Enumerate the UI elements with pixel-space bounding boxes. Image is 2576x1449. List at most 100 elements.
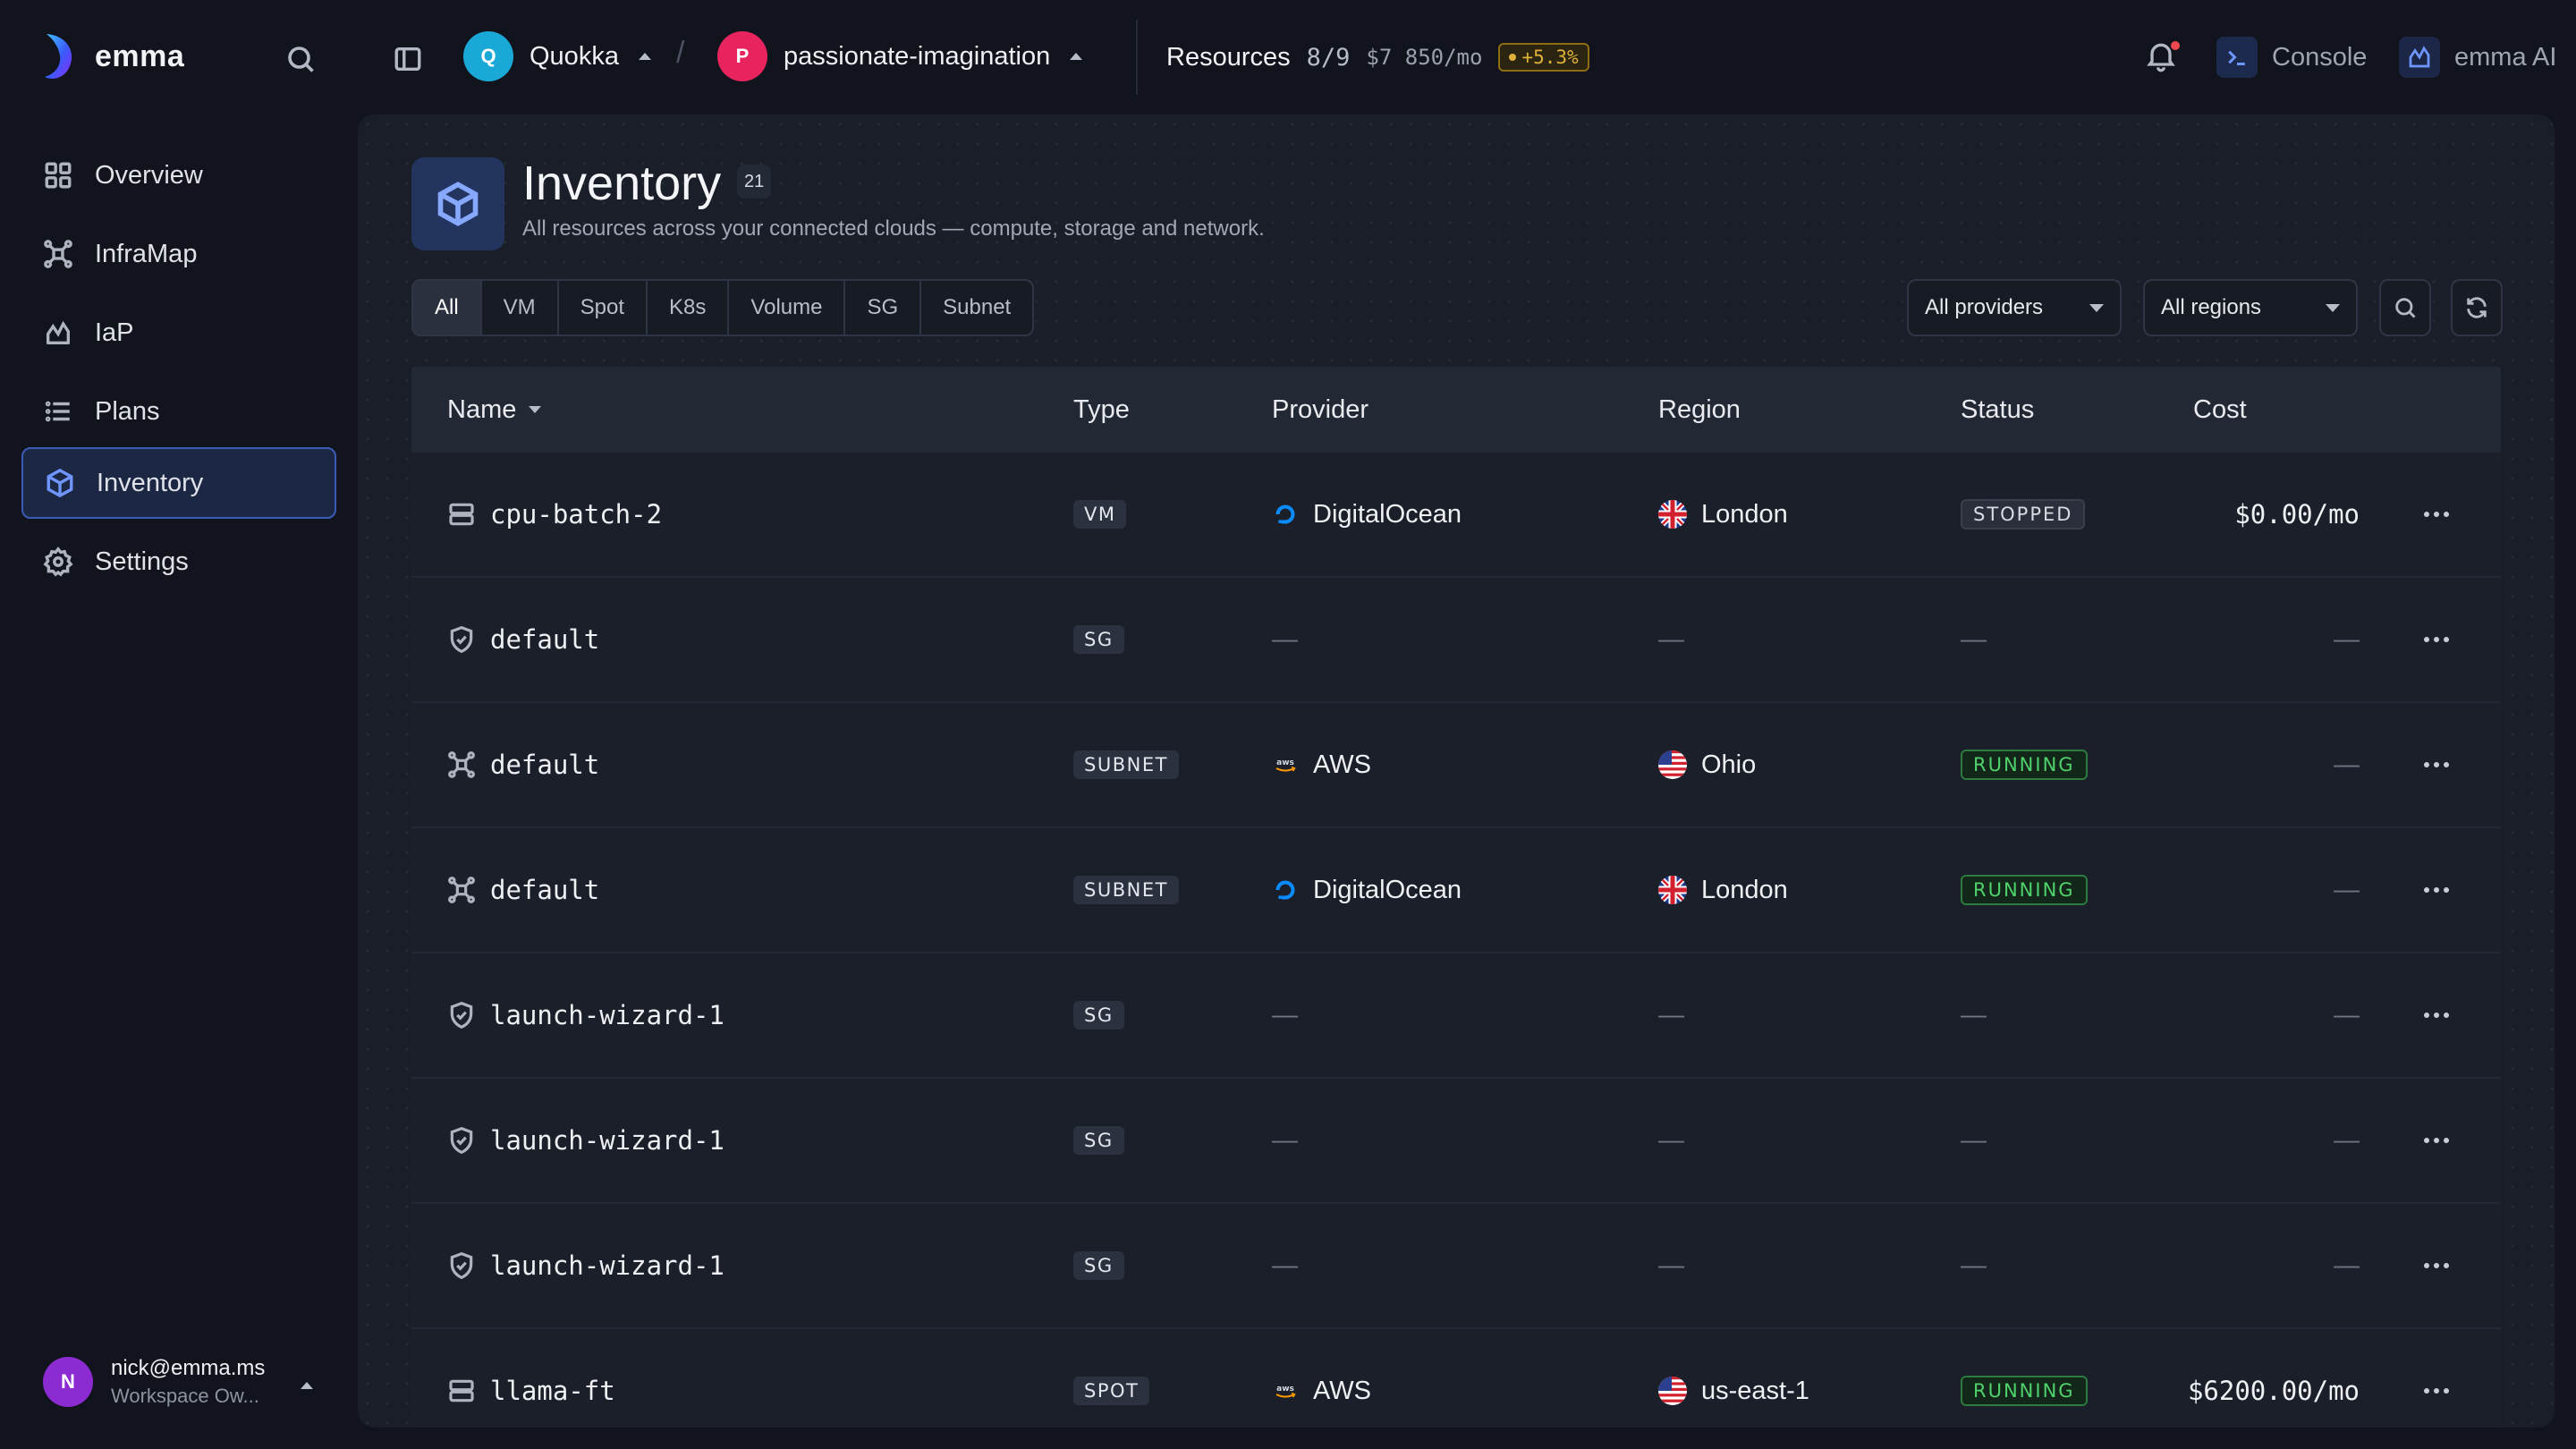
row-actions-button[interactable] xyxy=(2424,1329,2449,1428)
row-actions-button[interactable] xyxy=(2424,453,2449,576)
row-actions-button[interactable] xyxy=(2424,828,2449,952)
resource-name: launch-wizard-1 xyxy=(490,1000,724,1030)
sidebar-item-inframap[interactable]: InfraMap xyxy=(21,218,336,290)
more-horizontal-icon xyxy=(2424,887,2449,893)
cell-type: SG xyxy=(1073,1204,1124,1327)
provider-value: — xyxy=(1272,1125,1298,1155)
row-actions-button[interactable] xyxy=(2424,578,2449,701)
cell-provider: — xyxy=(1272,1079,1298,1202)
sidebar-item-settings[interactable]: Settings xyxy=(21,526,336,597)
status-badge: STOPPED xyxy=(1961,499,2086,530)
tab-vm[interactable]: VM xyxy=(482,281,559,335)
row-actions-button[interactable] xyxy=(2424,953,2449,1077)
cell-name: launch-wizard-1 xyxy=(447,1204,724,1327)
providers-select[interactable]: All providers xyxy=(1907,279,2122,336)
refresh-icon xyxy=(2467,297,2487,318)
aws-icon: aws xyxy=(1275,1385,1296,1398)
emma-logo-icon xyxy=(45,34,72,79)
inventory-table: Name Type Provider Region Status Cost cp… xyxy=(411,367,2501,1428)
org-switcher[interactable]: Q Quokka xyxy=(463,30,651,82)
table-row[interactable]: default SG — — — — xyxy=(411,578,2501,703)
cell-cost: — xyxy=(2334,703,2360,826)
chevron-down-icon xyxy=(2326,303,2340,312)
row-actions-button[interactable] xyxy=(2424,1204,2449,1327)
tab-sg[interactable]: SG xyxy=(845,281,922,335)
type-badge: SPOT xyxy=(1073,1377,1150,1405)
provider-value: — xyxy=(1272,1000,1298,1030)
cell-status: RUNNING xyxy=(1961,828,2088,952)
resources-summary[interactable]: Resources 8/9 $7 850/mo +5.3% xyxy=(1166,39,1589,75)
tab-k8s[interactable]: K8s xyxy=(648,281,730,335)
cell-region: London xyxy=(1658,828,1788,952)
region-value: London xyxy=(1701,875,1788,904)
svg-text:aws: aws xyxy=(1276,1385,1294,1394)
grid-icon xyxy=(45,162,72,189)
table-body: cpu-batch-2 VM DigitalOcean London STOPPED $0… xyxy=(411,453,2501,1428)
search-button[interactable] xyxy=(281,39,320,79)
table-row[interactable]: launch-wizard-1 SG — — — — xyxy=(411,953,2501,1079)
sidebar-item-iap[interactable]: IaP xyxy=(21,297,336,369)
user-menu[interactable]: N nick@emma.ms Workspace Ow... xyxy=(43,1356,265,1408)
region-value: Ohio xyxy=(1701,750,1757,779)
cell-type: SUBNET xyxy=(1073,703,1179,826)
user-menu-caret-icon[interactable] xyxy=(301,1382,313,1389)
table-row[interactable]: llama-ft SPOT aws AWS us-east-1 RUNNING $6200.… xyxy=(411,1329,2501,1428)
project-avatar: P xyxy=(717,31,767,81)
aws-icon: aws xyxy=(1275,758,1296,772)
cell-cost: — xyxy=(2334,953,2360,1077)
cell-type: SPOT xyxy=(1073,1329,1150,1428)
org-avatar: Q xyxy=(463,31,513,81)
tab-spot[interactable]: Spot xyxy=(559,281,648,335)
cell-provider: — xyxy=(1272,953,1298,1077)
tab-volume[interactable]: Volume xyxy=(729,281,846,335)
status-value: — xyxy=(1961,1000,1987,1030)
table-row[interactable]: default SUBNET DigitalOcean London RUNNING — xyxy=(411,828,2501,953)
sidebar-item-plans[interactable]: Plans xyxy=(21,376,336,447)
region-value: London xyxy=(1701,499,1788,529)
type-filter-tabs: All VM Spot K8s Volume SG Subnet xyxy=(411,279,1035,336)
sort-desc-icon xyxy=(529,406,542,413)
regions-select[interactable]: All regions xyxy=(2143,279,2358,336)
us-flag-icon xyxy=(1658,1377,1687,1405)
toggle-sidebar-button[interactable] xyxy=(388,39,428,79)
cell-cost: — xyxy=(2334,1204,2360,1327)
cell-status: — xyxy=(1961,1079,1987,1202)
notification-dot xyxy=(2171,41,2180,50)
app-logo[interactable]: emma xyxy=(39,30,184,82)
network-icon xyxy=(448,751,475,778)
terminal-icon xyxy=(2216,37,2258,78)
refresh-button[interactable] xyxy=(2451,279,2503,336)
row-actions-button[interactable] xyxy=(2424,703,2449,826)
count-badge: 21 xyxy=(737,165,772,199)
tab-all[interactable]: All xyxy=(413,281,482,335)
resources-cost: $7 850/mo xyxy=(1366,45,1483,70)
project-switcher[interactable]: P passionate-imagination xyxy=(717,30,1083,82)
table-row[interactable]: cpu-batch-2 VM DigitalOcean London STOPPED $0… xyxy=(411,453,2501,578)
provider-value: AWS xyxy=(1313,1376,1371,1405)
page-title: Inventory xyxy=(522,157,722,210)
resource-name: default xyxy=(490,875,600,905)
sidebar-item-label: IaP xyxy=(95,318,134,347)
cell-type: VM xyxy=(1073,453,1127,576)
list-icon xyxy=(45,401,70,422)
status-badge: RUNNING xyxy=(1961,1376,2088,1406)
sidebar-item-inventory[interactable]: Inventory xyxy=(21,447,336,519)
tab-subnet[interactable]: Subnet xyxy=(921,281,1032,335)
row-actions-button[interactable] xyxy=(2424,1079,2449,1202)
emma-ai-button[interactable]: emma AI xyxy=(2399,34,2556,80)
cell-name: cpu-batch-2 xyxy=(447,453,662,576)
server-icon xyxy=(449,1379,474,1402)
table-row[interactable]: default SUBNET aws AWS Ohio RUNNING — xyxy=(411,703,2501,828)
table-row[interactable]: launch-wizard-1 SG — — — — xyxy=(411,1079,2501,1204)
column-header-name[interactable]: Name xyxy=(447,395,542,425)
table-search-button[interactable] xyxy=(2379,279,2431,336)
sidebar-item-overview[interactable]: Overview xyxy=(21,140,336,211)
region-value: us-east-1 xyxy=(1701,1376,1809,1405)
main-panel: Inventory 21 All resources across your c… xyxy=(358,114,2555,1428)
console-button[interactable]: Console xyxy=(2216,34,2367,80)
table-row[interactable]: launch-wizard-1 SG — — — — xyxy=(411,1204,2501,1329)
cost-value: $6200.00/mo xyxy=(2187,1376,2360,1406)
provider-logo xyxy=(1272,877,1299,903)
cost-value: — xyxy=(2334,1000,2360,1030)
network-icon xyxy=(448,877,475,903)
